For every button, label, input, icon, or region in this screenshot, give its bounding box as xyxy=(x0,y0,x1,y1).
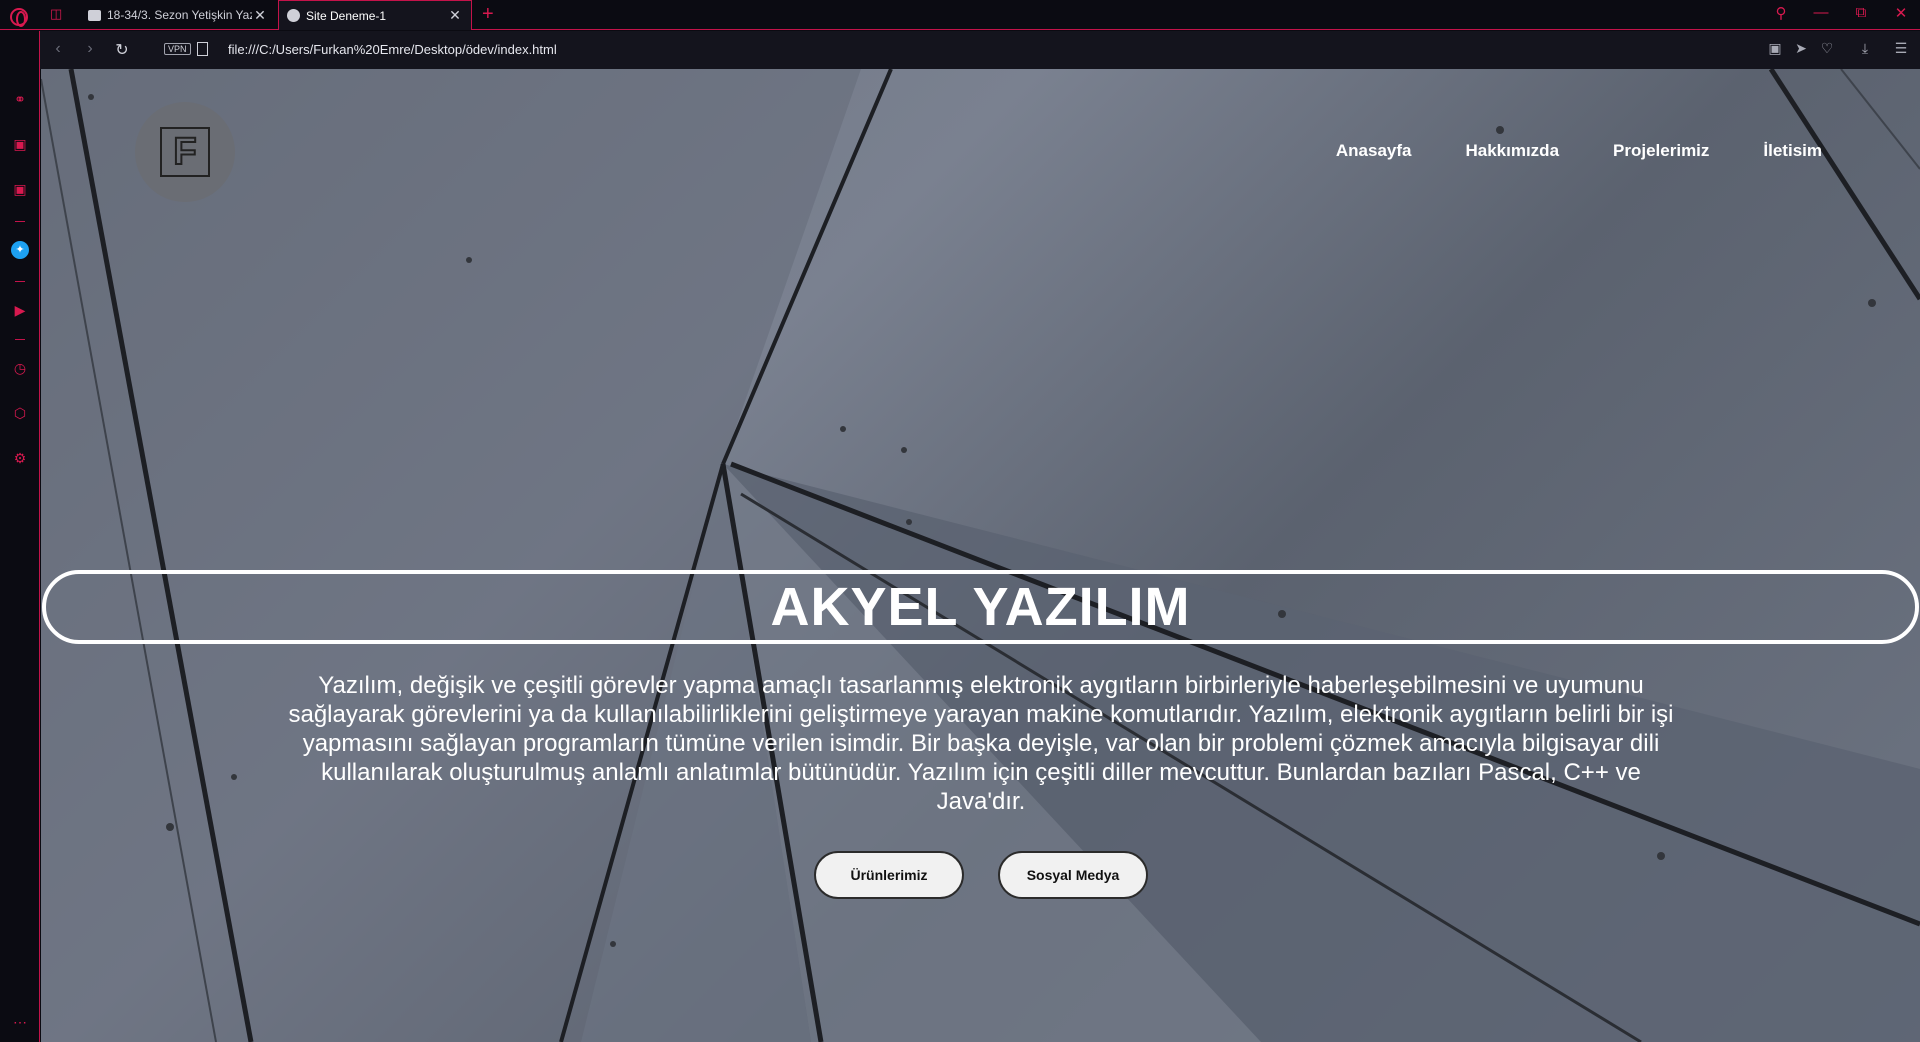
search-icon[interactable]: ⚲ xyxy=(1771,4,1791,22)
forward-icon[interactable]: › xyxy=(82,40,98,58)
minimize-icon[interactable]: — xyxy=(1811,4,1831,21)
logo-letter: F xyxy=(160,127,210,177)
send-icon[interactable]: ➤ xyxy=(1792,40,1810,57)
hero-title: AKYEL YAZILIM xyxy=(770,577,1191,637)
extensions-icon[interactable]: ⬡ xyxy=(11,404,29,422)
snapshot-icon[interactable]: ▣ xyxy=(1766,40,1784,57)
nav-link-anasayfa[interactable]: Anasayfa xyxy=(1336,141,1412,161)
reload-icon[interactable]: ↻ xyxy=(114,40,130,60)
close-window-icon[interactable]: ✕ xyxy=(1891,4,1911,22)
restore-icon[interactable]: ⧉ xyxy=(1851,4,1871,21)
tab-site-deneme[interactable]: Site Deneme-1 ✕ xyxy=(278,0,472,30)
download-icon[interactable]: ⤓ xyxy=(1856,40,1874,57)
vpn-badge[interactable]: VPN xyxy=(164,43,191,55)
tab-label: Site Deneme-1 xyxy=(306,8,387,23)
sidebar-divider xyxy=(15,221,25,222)
hero-title-frame: AKYEL YAZILIM xyxy=(42,570,1919,644)
more-icon[interactable]: ⋯ xyxy=(11,1013,29,1031)
globe-icon xyxy=(287,9,300,22)
web-page: F Anasayfa Hakkımızda Projelerimiz İleti… xyxy=(41,69,1920,1042)
tab-yetiskin[interactable]: 18-34/3. Sezon Yetişkin Yazı ✕ xyxy=(80,0,276,30)
file-icon xyxy=(197,42,208,56)
close-icon[interactable]: ✕ xyxy=(252,7,268,24)
opera-menu-icon[interactable] xyxy=(10,8,28,27)
twitch-icon[interactable]: ▣ xyxy=(11,180,29,198)
back-icon[interactable]: ‹ xyxy=(50,40,66,58)
image-icon xyxy=(88,9,101,21)
sidebar-divider xyxy=(15,339,25,340)
settings-icon[interactable]: ⚙ xyxy=(11,449,29,467)
nav-link-projelerimiz[interactable]: Projelerimiz xyxy=(1613,141,1709,161)
new-tab-icon[interactable]: + xyxy=(482,3,494,26)
site-logo[interactable]: F xyxy=(135,102,235,202)
tab-bar: ◫ 18-34/3. Sezon Yetişkin Yazı ✕ Site De… xyxy=(0,0,1920,30)
social-media-button[interactable]: Sosyal Medya xyxy=(998,851,1148,899)
menu-icon[interactable]: ☰ xyxy=(1892,40,1910,57)
site-nav: Anasayfa Hakkımızda Projelerimiz İletisi… xyxy=(1336,141,1822,161)
briefcase-icon[interactable]: ▣ xyxy=(11,135,29,153)
background-image xyxy=(41,69,1920,1042)
nav-link-iletisim[interactable]: İletisim xyxy=(1763,141,1822,161)
twitter-icon[interactable]: ✦ xyxy=(11,241,29,259)
url-field[interactable]: file:///C:/Users/Furkan%20Emre/Desktop/ö… xyxy=(228,42,557,57)
close-icon[interactable]: ✕ xyxy=(447,7,463,24)
tab-label: 18-34/3. Sezon Yetişkin Yazı xyxy=(107,8,252,22)
player-icon[interactable]: ▶ xyxy=(11,301,29,319)
products-button[interactable]: Ürünlerimiz xyxy=(814,851,964,899)
sidebar-divider xyxy=(15,281,25,282)
heart-icon[interactable]: ♡ xyxy=(1818,40,1836,57)
address-bar: ‹ › ↻ VPN file:///C:/Users/Furkan%20Emre… xyxy=(40,31,1920,69)
nav-link-hakkimizda[interactable]: Hakkımızda xyxy=(1465,141,1559,161)
gx-corner-icon[interactable]: ◫ xyxy=(50,7,68,20)
history-icon[interactable]: ◷ xyxy=(11,359,29,377)
browser-sidebar: ⚭ ▣ ▣ ✦ ▶ ◷ ⬡ ⚙ ⋯ xyxy=(0,31,40,1042)
speed-dial-icon[interactable]: ⚭ xyxy=(11,90,29,108)
hero-description: Yazılım, değişik ve çeşitli görevler yap… xyxy=(288,672,1674,815)
